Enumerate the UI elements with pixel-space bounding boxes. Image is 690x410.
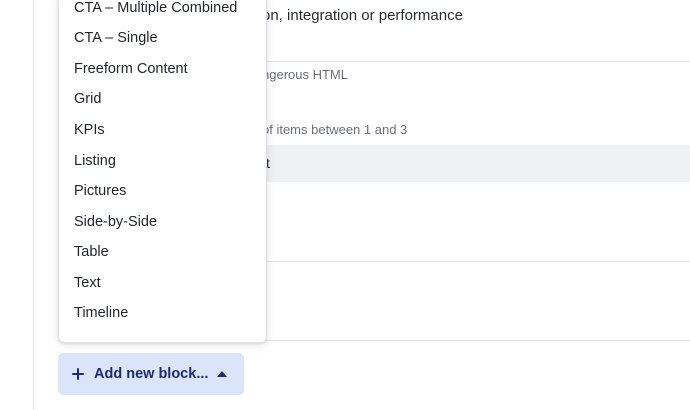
menu-item-cta-multiple-combined[interactable]: CTA – Multiple Combined <box>59 0 266 22</box>
menu-item-grid[interactable]: Grid <box>59 85 266 113</box>
menu-item-cta-single[interactable]: CTA – Single <box>59 24 266 52</box>
row-divider <box>262 340 690 341</box>
caret-up-icon <box>217 370 228 377</box>
plus-icon <box>72 368 84 380</box>
row-divider <box>262 61 690 62</box>
block-type-dropdown-menu: CTA – Multiple Combined CTA – Single Fre… <box>58 0 267 343</box>
menu-item-pictures[interactable]: Pictures <box>59 177 266 205</box>
block-description-note: of items between 1 and 3 <box>262 122 408 137</box>
menu-item-side-by-side[interactable]: Side-by-Side <box>59 208 266 236</box>
menu-item-timeline[interactable]: Timeline <box>59 299 266 327</box>
content-left-border <box>33 0 34 410</box>
editor-page: on, integration or performance ngerous H… <box>0 0 690 410</box>
highlighted-block-row[interactable] <box>262 145 690 182</box>
menu-item-text[interactable]: Text <box>59 269 266 297</box>
menu-item-listing[interactable]: Listing <box>59 147 266 175</box>
row-divider <box>262 261 690 262</box>
block-description-note: ngerous HTML <box>262 67 348 82</box>
add-new-block-label: Add new block... <box>94 366 209 382</box>
menu-item-kpis[interactable]: KPIs <box>59 116 266 144</box>
menu-item-freeform-content[interactable]: Freeform Content <box>59 55 266 83</box>
add-new-block-button[interactable]: Add new block... <box>58 353 244 395</box>
menu-item-table[interactable]: Table <box>59 238 266 266</box>
block-description-heading: on, integration or performance <box>262 7 463 24</box>
